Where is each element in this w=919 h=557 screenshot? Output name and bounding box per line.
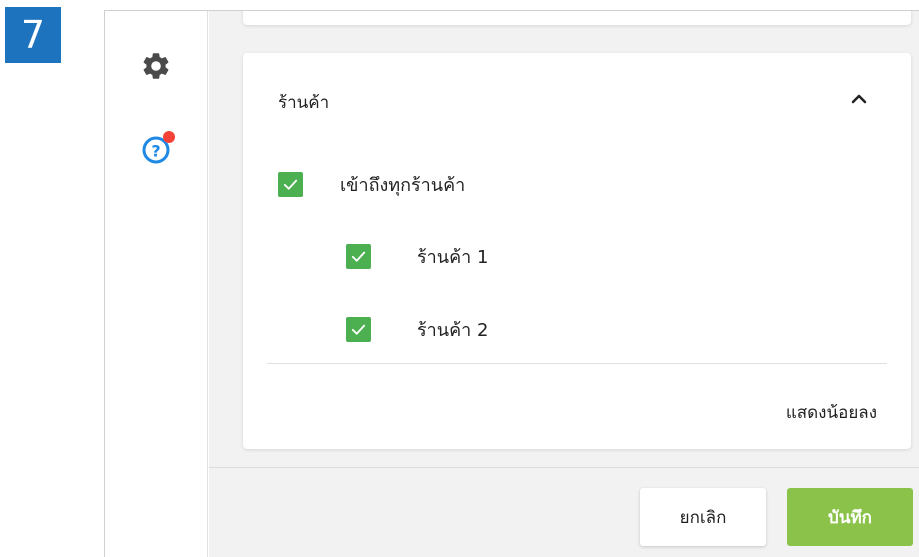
svg-text:?: ? xyxy=(151,142,160,161)
store-1-row[interactable]: ร้านค้า 1 xyxy=(346,242,488,271)
card-divider xyxy=(267,363,887,364)
chevron-up-icon[interactable] xyxy=(847,87,871,111)
cancel-button[interactable]: ยกเลิก xyxy=(640,488,766,546)
show-less-link[interactable]: แสดงน้อยลง xyxy=(786,399,877,426)
store-access-card: ร้านค้า เข้าถึงทุกร้านค้า ร้านค้า 1 ร้าน… xyxy=(243,53,911,449)
store-2-checkbox[interactable] xyxy=(346,317,371,342)
sidebar: ? xyxy=(105,11,208,557)
access-all-checkbox[interactable] xyxy=(278,172,303,197)
store-2-row[interactable]: ร้านค้า 2 xyxy=(346,315,488,344)
notification-dot xyxy=(163,131,175,143)
store-1-label: ร้านค้า 1 xyxy=(417,247,489,268)
step-number-badge: 7 xyxy=(5,7,61,63)
footer-divider xyxy=(209,467,919,468)
store-2-label: ร้านค้า 2 xyxy=(417,320,489,341)
access-all-label: เข้าถึงทุกร้านค้า xyxy=(340,175,466,196)
gear-icon[interactable] xyxy=(140,50,172,82)
help-icon[interactable]: ? xyxy=(139,128,179,168)
card-title: ร้านค้า xyxy=(278,93,330,113)
store-1-checkbox[interactable] xyxy=(346,244,371,269)
main-content: ร้านค้า เข้าถึงทุกร้านค้า ร้านค้า 1 ร้าน… xyxy=(209,11,919,557)
checkmark-icon xyxy=(351,251,366,262)
access-all-stores-row[interactable]: เข้าถึงทุกร้านค้า xyxy=(278,170,465,199)
save-button[interactable]: บันทึก xyxy=(787,488,913,546)
checkmark-icon xyxy=(351,324,366,335)
app-window: ? ร้านค้า เข้าถึงทุกร้านค้า ร้านค้า 1 ร้… xyxy=(104,10,919,557)
previous-card xyxy=(243,11,911,25)
checkmark-icon xyxy=(283,179,298,190)
